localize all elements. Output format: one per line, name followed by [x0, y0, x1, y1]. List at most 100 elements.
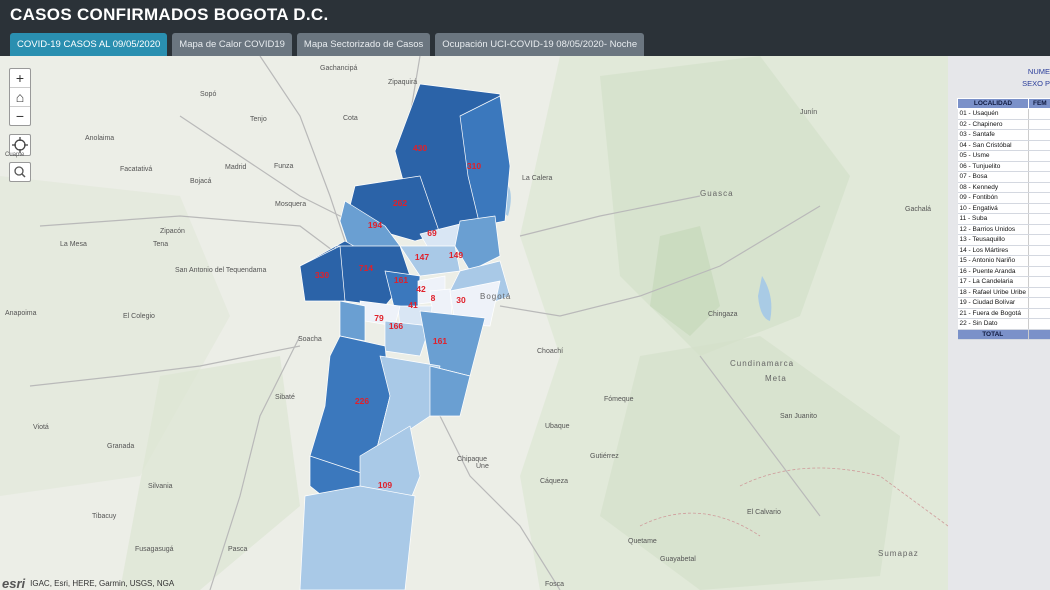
place-label: Tibacuy [92, 513, 117, 520]
localidad-cell: 02 - Chapinero [957, 119, 1029, 130]
page-title: CASOS CONFIRMADOS BOGOTA D.C. [10, 5, 329, 24]
case-count-10: 42 [416, 284, 426, 294]
place-label: Zipaquirá [388, 79, 417, 86]
localidad-cell: 19 - Ciudad Bolívar [957, 297, 1029, 309]
place-label: San Antonio del Tequendama [175, 267, 266, 274]
fem-cell [1027, 108, 1050, 120]
place-label: Funza [274, 163, 294, 170]
place-label: Viotá [33, 424, 49, 431]
tab-mapa-sectorizado[interactable]: Mapa Sectorizado de Casos [296, 33, 431, 56]
localidad-cell: 11 - Suba [957, 213, 1029, 225]
localidad-cell: 15 - Antonio Nariño [957, 255, 1029, 267]
fem-cell [1027, 161, 1050, 172]
header-fem: FEM [1027, 98, 1050, 109]
fem-cell [1027, 182, 1050, 193]
case-count-14: 41 [408, 300, 418, 310]
attribution-text: IGAC, Esri, HERE, Garmin, USGS, NGA [30, 578, 175, 588]
table-row: 09 - Fontibón [957, 192, 1050, 204]
table-row: 17 - La Candelaria [957, 276, 1050, 288]
place-label: Guayabetal [660, 556, 696, 563]
localidad-cell: 01 - Usaquén [957, 108, 1029, 120]
table-row: 02 - Chapinero [957, 119, 1050, 130]
place-label: Meta [765, 374, 787, 383]
case-count-1: 310 [467, 161, 481, 171]
zoom-out-button[interactable]: − [10, 107, 30, 125]
place-label: Silvania [148, 483, 173, 490]
place-label: Gachancipá [320, 65, 357, 72]
table-row: 07 - Bosa [957, 171, 1050, 183]
place-label: Pasca [228, 546, 248, 553]
fem-cell [1027, 119, 1050, 130]
table-row: 11 - Suba [957, 213, 1050, 225]
place-label: Guasca [700, 189, 734, 198]
search-button[interactable] [9, 162, 31, 182]
fem-cell [1027, 318, 1050, 330]
table-row: 13 - Teusaquillo [957, 234, 1050, 246]
place-label: Mosquera [275, 201, 306, 208]
localidad-cell: 13 - Teusaquillo [957, 234, 1029, 246]
tab-covid-casos[interactable]: COVID-19 CASOS AL 09/05/2020 [10, 33, 168, 56]
place-label: El Calvario [747, 509, 781, 516]
fem-cell [1027, 276, 1050, 288]
panel-title: NUME SEXO P [948, 66, 1050, 90]
table-row: 10 - Engativá [957, 203, 1050, 214]
case-count-0: 430 [413, 143, 427, 153]
table-row: 18 - Rafael Uribe Uribe [957, 287, 1050, 298]
place-label: Madrid [225, 164, 247, 171]
localidad-cell: 03 - Santafe [957, 129, 1029, 141]
zoom-in-button[interactable]: + [10, 69, 30, 88]
fem-cell [1027, 297, 1050, 309]
place-label: Une [476, 463, 489, 470]
case-count-16: 161 [433, 336, 447, 346]
case-count-2: 262 [393, 198, 407, 208]
place-label: Ubaque [545, 423, 570, 430]
fem-cell [1027, 245, 1050, 256]
case-count-3: 194 [368, 220, 382, 230]
place-label: Facatativá [120, 166, 152, 173]
case-count-13: 79 [374, 313, 384, 323]
table-row: 12 - Barrios Unidos [957, 224, 1050, 235]
fem-cell [1027, 308, 1050, 319]
place-label: Zipacón [160, 228, 185, 235]
case-count-15: 166 [389, 321, 403, 331]
localidad-cell: 05 - Usme [957, 150, 1029, 162]
case-count-6: 147 [415, 252, 429, 262]
localidad-cell: 07 - Bosa [957, 171, 1029, 183]
place-label: Tenjo [250, 116, 267, 123]
district-bosa [339, 300, 366, 342]
case-count-4: 69 [427, 228, 437, 238]
localidad-cell: 21 - Fuera de Bogotá [957, 308, 1029, 319]
place-label: Tena [153, 241, 168, 248]
case-count-18: 109 [378, 480, 392, 490]
localidad-cell: 06 - Tunjuelito [957, 161, 1029, 172]
place-label: Bojacá [190, 178, 212, 185]
place-label: San Juanito [780, 413, 817, 420]
localidad-cell: 18 - Rafael Uribe Uribe [957, 287, 1029, 298]
place-label: Gutiérrez [590, 453, 619, 460]
table-row: 08 - Kennedy [957, 182, 1050, 193]
place-label: Chingaza [708, 311, 738, 318]
table-row: 22 - Sin Dato [957, 318, 1050, 330]
localidad-cell: 17 - La Candelaria [957, 276, 1029, 288]
table-row: 05 - Usme [957, 150, 1050, 162]
localidad-cell: 12 - Barrios Unidos [957, 224, 1029, 235]
fem-cell [1027, 171, 1050, 183]
total-row: TOTAL [957, 329, 1050, 340]
esri-logo: esri [2, 575, 26, 590]
home-button[interactable]: ⌂ [10, 88, 30, 107]
place-label: Sibaté [275, 394, 295, 401]
localidad-cell: 14 - Los Mártires [957, 245, 1029, 256]
header-localidad: LOCALIDAD [957, 98, 1029, 109]
localidad-cell: 04 - San Cristóbal [957, 140, 1029, 151]
case-count-12: 30 [456, 295, 466, 305]
localidad-cell: 09 - Fontibón [957, 192, 1029, 204]
search-icon [14, 166, 26, 178]
case-count-9: 161 [394, 275, 408, 285]
map-view[interactable]: 430 310 262 194 69 149 147 330 714 161 4… [0, 56, 948, 590]
tab-ocupacion-uci[interactable]: Ocupación UCI-COVID-19 08/05/2020- Noche [435, 33, 645, 56]
total-label: TOTAL [957, 329, 1029, 340]
tab-mapa-calor[interactable]: Mapa de Calor COVID19 [172, 33, 292, 56]
table-header-row: LOCALIDAD FEM [957, 98, 1050, 109]
fem-cell [1027, 266, 1050, 277]
place-label: Cáqueza [540, 478, 568, 485]
